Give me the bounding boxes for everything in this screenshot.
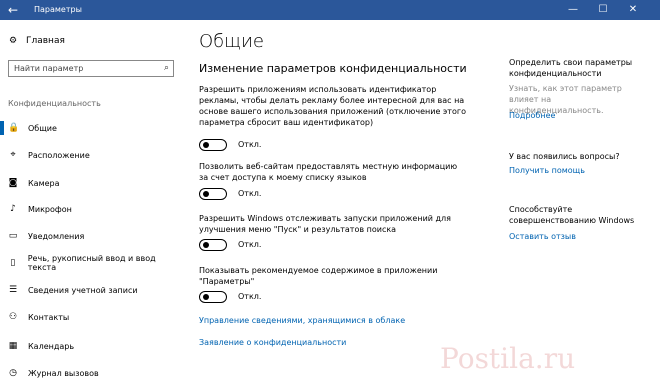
toggle-knob [203, 242, 209, 248]
microphone-icon: ♪ [10, 204, 16, 214]
privacy-statement-link[interactable]: Заявление о конфиденциальности [199, 338, 346, 347]
app-launch-tracking-toggle[interactable] [199, 239, 227, 251]
get-help-link[interactable]: Получить помощь [509, 166, 585, 175]
sidebar-item-calendar[interactable]: ▦ Календарь [8, 339, 74, 353]
sidebar-item-call-history[interactable]: ◷ Журнал вызовов [8, 366, 99, 380]
give-feedback-link[interactable]: Оставить отзыв [509, 232, 576, 241]
search-icon[interactable]: ⌕ [164, 63, 169, 73]
sidebar-item-label: Сведения учетной записи [28, 285, 138, 295]
questions-heading: У вас появились вопросы? [509, 152, 620, 161]
contacts-icon: ⚇ [8, 312, 18, 322]
home-label: Главная [26, 36, 65, 46]
speech-icon: ▯ [10, 258, 16, 268]
sidebar-item-speech[interactable]: ▯ Речь, рукописный ввод и ввод текста [8, 254, 182, 272]
setting-description: Позволить веб-сайтам предоставлять местн… [199, 162, 458, 182]
right-panel: Определить свои параметры конфиденциальн… [492, 20, 652, 392]
sidebar-item-general[interactable]: 🔒 Общие [8, 121, 57, 135]
learn-more-link[interactable]: Подробнее [509, 111, 555, 120]
toggle-state-label: Откл. [238, 240, 262, 249]
sidebar-item-notifications[interactable]: ▭ Уведомления [8, 229, 85, 243]
toggle-knob [203, 142, 209, 148]
notifications-icon: ▭ [8, 231, 18, 241]
manage-cloud-info-link[interactable]: Управление сведениями, хранящимися в обл… [199, 316, 405, 325]
toggle-state-label: Откл. [238, 140, 262, 149]
sidebar-item-label: Журнал вызовов [28, 368, 99, 378]
main-content: Общие Изменение параметров конфиденциаль… [182, 20, 492, 392]
selection-indicator [0, 121, 4, 135]
sidebar-item-microphone[interactable]: ♪ Микрофон [8, 202, 72, 216]
watermark: Postila.ru [440, 342, 576, 375]
sidebar-item-label: Календарь [28, 341, 75, 351]
toggle-state-label: Откл. [238, 189, 262, 198]
section-heading: Изменение параметров конфиденциальности [199, 62, 467, 75]
lock-icon: 🔒 [8, 123, 20, 133]
title-bar: ← Параметры — ☐ ✕ [0, 0, 660, 20]
privacy-options-heading: Определить свои параметры конфиденциальн… [509, 58, 633, 78]
maximize-button[interactable]: ☐ [590, 0, 616, 20]
toggle-state-label: Откл. [238, 292, 262, 301]
setting-description: Разрешить приложениям использовать идент… [199, 85, 466, 127]
sidebar: ⚙ Главная Найти параметр ⌕ Конфиденциаль… [0, 20, 182, 392]
sidebar-item-label: Уведомления [28, 231, 85, 241]
location-icon: ⌖ [10, 150, 16, 160]
back-arrow-icon[interactable]: ← [8, 2, 18, 18]
sidebar-item-contacts[interactable]: ⚇ Контакты [8, 310, 69, 324]
account-info-icon: ☰ [8, 285, 18, 295]
gear-icon: ⚙ [8, 36, 18, 46]
camera-icon: ◙ [8, 178, 18, 188]
calendar-icon: ▦ [8, 341, 18, 351]
call-history-icon: ◷ [9, 368, 17, 378]
toggle-knob [203, 191, 209, 197]
sidebar-item-label: Речь, рукописный ввод и ввод текста [27, 254, 156, 272]
section-label: Конфиденциальность [8, 99, 101, 108]
page-title: Общие [199, 31, 264, 52]
sidebar-item-account-info[interactable]: ☰ Сведения учетной записи [8, 283, 138, 297]
sidebar-item-label: Общие [28, 123, 57, 133]
sidebar-item-label: Контакты [28, 312, 70, 322]
sidebar-item-label: Камера [28, 178, 60, 188]
search-input[interactable]: Найти параметр ⌕ [8, 60, 174, 77]
language-list-toggle[interactable] [199, 188, 227, 200]
close-button[interactable]: ✕ [620, 0, 646, 20]
sidebar-item-label: Расположение [28, 150, 90, 160]
feedback-heading: Способствуйте совершенствованию Windows [509, 205, 635, 225]
minimize-button[interactable]: — [560, 0, 586, 20]
search-placeholder: Найти параметр [14, 64, 84, 73]
home-nav-item[interactable]: ⚙ Главная [8, 36, 65, 46]
suggested-content-toggle[interactable] [199, 291, 227, 303]
sidebar-item-camera[interactable]: ◙ Камера [8, 176, 60, 190]
advertising-id-toggle[interactable] [199, 139, 227, 151]
setting-description: Разрешить Windows отслеживать запуски пр… [199, 214, 451, 234]
sidebar-item-location[interactable]: ⌖ Расположение [8, 148, 90, 162]
window-title: Параметры [34, 5, 82, 14]
setting-description: Показывать рекомендуемое содержимое в пр… [199, 266, 438, 286]
sidebar-item-label: Микрофон [28, 204, 72, 214]
toggle-knob [203, 294, 209, 300]
